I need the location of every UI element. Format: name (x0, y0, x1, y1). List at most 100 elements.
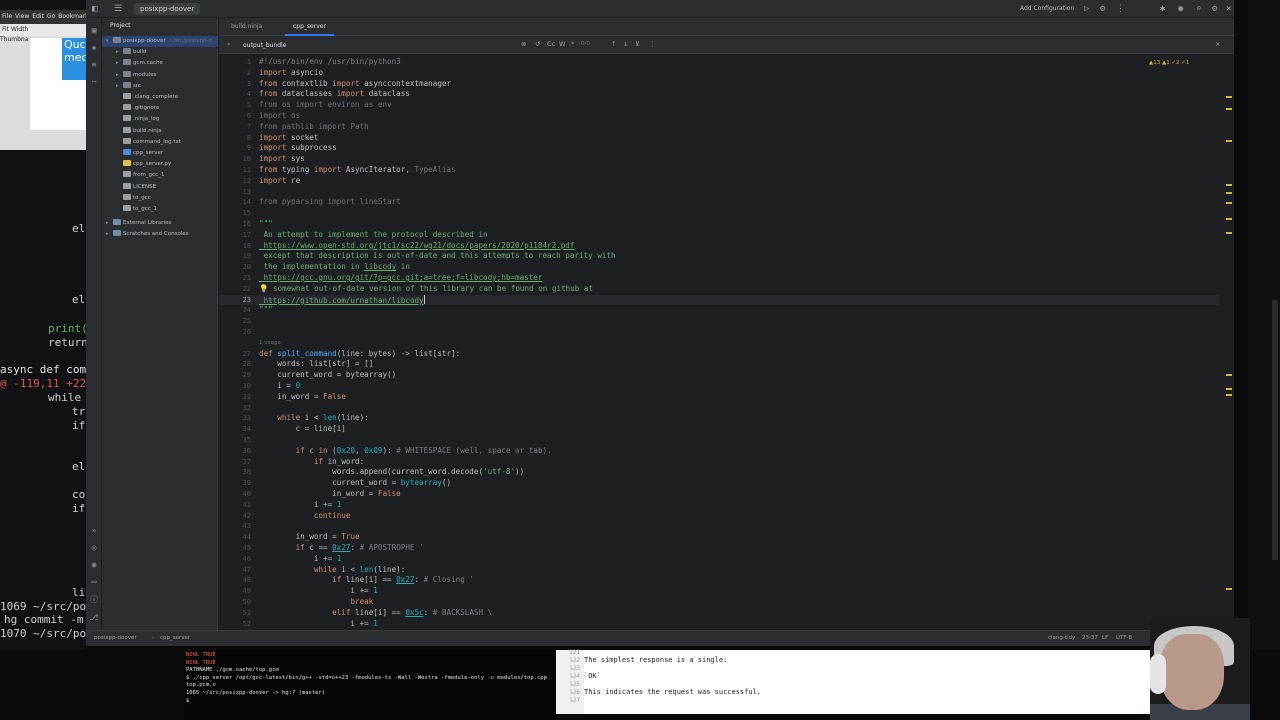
code-line[interactable]: 32 (219, 403, 1219, 414)
pdf-menu-item[interactable]: Bookmarks (58, 13, 86, 20)
tree-item[interactable]: to_gcc (102, 193, 218, 204)
code-line[interactable]: 35 (219, 435, 1219, 446)
code-line[interactable]: 13 (219, 187, 1219, 198)
code-line[interactable]: 44 in_word = True (219, 532, 1219, 543)
tree-item[interactable]: to_gcc_1 (102, 204, 218, 215)
status-encoding[interactable]: UTF-8 (1116, 635, 1132, 641)
inspection-widget[interactable]: ▲13 ▲1 ✓2 ✓1 (1149, 60, 1189, 66)
warning-mark[interactable] (1226, 374, 1232, 376)
code-line[interactable]: 1 #!/usr/bin/env /usr/bin/python3 (219, 57, 1219, 68)
chevron-icon[interactable]: ▾ (106, 36, 113, 47)
clear-search-icon[interactable]: ⊗ (521, 40, 526, 48)
code-line[interactable]: 10 import sys (219, 154, 1219, 165)
code-line[interactable]: 26 (219, 327, 1219, 338)
chevron-icon[interactable]: ▸ (116, 70, 123, 81)
tree-item[interactable]: ▸ External Libraries (102, 218, 218, 229)
code-line[interactable]: 19 except that description is out-of-dat… (219, 251, 1219, 262)
code-line[interactable]: 51 elif line[i] == 0x5c: # BACKSLASH \ (219, 608, 1219, 619)
breadcrumb-project[interactable]: posixpp-doover (94, 635, 137, 641)
code-line[interactable]: 49 i += 1 (219, 586, 1219, 597)
code-line[interactable]: 24 """ (219, 305, 1219, 316)
tree-item[interactable]: command_log.txt (102, 137, 218, 148)
services-icon[interactable]: ◉ (86, 560, 102, 569)
commit-tool-icon[interactable]: ◈ (86, 43, 102, 52)
code-line[interactable]: 43 (219, 521, 1219, 532)
tree-item[interactable]: cpp_server.py (102, 159, 218, 170)
warning-mark[interactable] (1226, 218, 1232, 220)
code-line[interactable]: 6 import os (219, 111, 1219, 122)
tree-item[interactable]: build.ninja (102, 126, 218, 137)
tree-item[interactable]: ▾ posixpp-doover ~/src/posixpp-d (102, 36, 218, 47)
main-menu-icon[interactable]: ☰ (114, 4, 122, 14)
debug-icon[interactable]: ⚙ (1100, 4, 1105, 14)
bottom-terminal[interactable]: BOOL TRUE BOOL TRUE PATHNAME ./gcm.cache/t… (184, 650, 556, 720)
run-icon[interactable]: ▷ (1084, 4, 1089, 14)
warning-mark[interactable] (1226, 202, 1232, 204)
code-line[interactable]: 7 from pathlib import Path (219, 122, 1219, 133)
pdf-menu-item[interactable]: Go (47, 13, 55, 20)
warning-mark[interactable] (1226, 232, 1232, 234)
whole-word-toggle[interactable]: W (559, 40, 565, 48)
code-line[interactable]: 39 current_word = bytearray() (219, 478, 1219, 489)
tree-item[interactable]: ▸ gcm.cache (102, 58, 218, 69)
tree-item[interactable]: .ninja_log (102, 114, 218, 125)
tree-item[interactable]: from_gcc_1 (102, 170, 218, 181)
run-configuration-button[interactable]: Add Configuration (1020, 5, 1074, 12)
code-line[interactable]: 4 from dataclasses import dataclass (219, 89, 1219, 100)
warning-mark[interactable] (1226, 588, 1232, 590)
search-everywhere-icon[interactable]: ⌕ (1196, 4, 1201, 14)
prev-occurrence-icon[interactable]: ↑ (611, 40, 616, 48)
tree-item[interactable]: .clang_complete (102, 92, 218, 103)
code-line[interactable]: 52 i += 1 (219, 619, 1219, 630)
match-case-toggle[interactable]: Cc (547, 40, 555, 48)
code-line[interactable]: 27 def split_command(line: bytes) -> list… (219, 349, 1219, 360)
code-line[interactable]: 33 while i < len(line): (219, 413, 1219, 424)
code-line[interactable]: 28 words: list[str] = [] (219, 359, 1219, 370)
chevron-icon[interactable]: ▸ (116, 58, 123, 69)
warning-mark[interactable] (1226, 388, 1232, 390)
code-line[interactable]: 2 import asyncio (219, 68, 1219, 79)
code-line[interactable]: 17 An attempt to implement the protocol … (219, 230, 1219, 241)
code-line[interactable]: 41 i += 1 (219, 500, 1219, 511)
code-line[interactable]: 11 from typing import AsyncIterator, Type… (219, 165, 1219, 176)
find-input[interactable] (243, 39, 513, 51)
code-line[interactable]: 48 if line[i] == 0x27: # Closing ' (219, 575, 1219, 586)
problems-icon[interactable]: ⓘ (86, 594, 102, 605)
code-line[interactable]: 29 current_word = bytearray() (219, 370, 1219, 381)
history-icon[interactable]: ↺ (535, 40, 540, 48)
code-line[interactable]: 45 if c == 0x27: # APOSTROPHE ' (219, 543, 1219, 554)
tree-item[interactable]: ▸ Scratches and Consoles (102, 229, 218, 240)
code-line[interactable]: 8 import socket (219, 133, 1219, 144)
status-position[interactable]: 23:37 (1082, 635, 1098, 641)
tree-item[interactable]: ▸ modules (102, 70, 218, 81)
more-tools-icon[interactable]: ⋯ (86, 77, 102, 86)
structure-tool-icon[interactable]: ≡ (86, 60, 102, 69)
code-line[interactable]: 25 (219, 316, 1219, 327)
pdf-menu-item[interactable]: View (15, 13, 29, 20)
code-line[interactable]: 46 i += 1 (219, 554, 1219, 565)
code-line[interactable]: 42 continue (219, 511, 1219, 522)
code-line[interactable]: 40 in_word = False (219, 489, 1219, 500)
code-view[interactable]: 1 #!/usr/bin/env /usr/bin/python3 2 import … (219, 54, 1234, 630)
warning-mark[interactable] (1226, 108, 1232, 110)
pdf-menu-item[interactable]: File (2, 13, 12, 20)
code-line[interactable]: 21 https://gcc.gnu.org/git/?p=gcc.git;a=… (219, 273, 1219, 284)
tree-item[interactable]: ▸ build (102, 47, 218, 58)
code-line[interactable]: 20 the implementation in libcody in (219, 262, 1219, 273)
chevron-icon[interactable]: ▸ (116, 81, 123, 92)
filter-icon[interactable]: ⊻ (635, 40, 640, 48)
chevron-icon[interactable]: ▸ (106, 229, 113, 240)
settings-icon[interactable]: ⚙ (1212, 4, 1217, 14)
editor-tab[interactable]: cpp_server (285, 18, 334, 36)
tree-item[interactable]: .gitignore (102, 103, 218, 114)
code-line[interactable]: 50 break (219, 597, 1219, 608)
code-line[interactable]: 15 (219, 208, 1219, 219)
chevron-icon[interactable]: ▸ (106, 218, 113, 229)
warning-mark[interactable] (1226, 394, 1232, 396)
error-stripe[interactable] (1224, 54, 1234, 630)
tree-item[interactable]: LICENSE (102, 182, 218, 193)
outer-scrollbar[interactable] (1248, 0, 1280, 650)
tree-item[interactable]: ▸ src (102, 81, 218, 92)
warning-mark[interactable] (1226, 96, 1232, 98)
project-panel-title[interactable]: Project (102, 18, 217, 35)
